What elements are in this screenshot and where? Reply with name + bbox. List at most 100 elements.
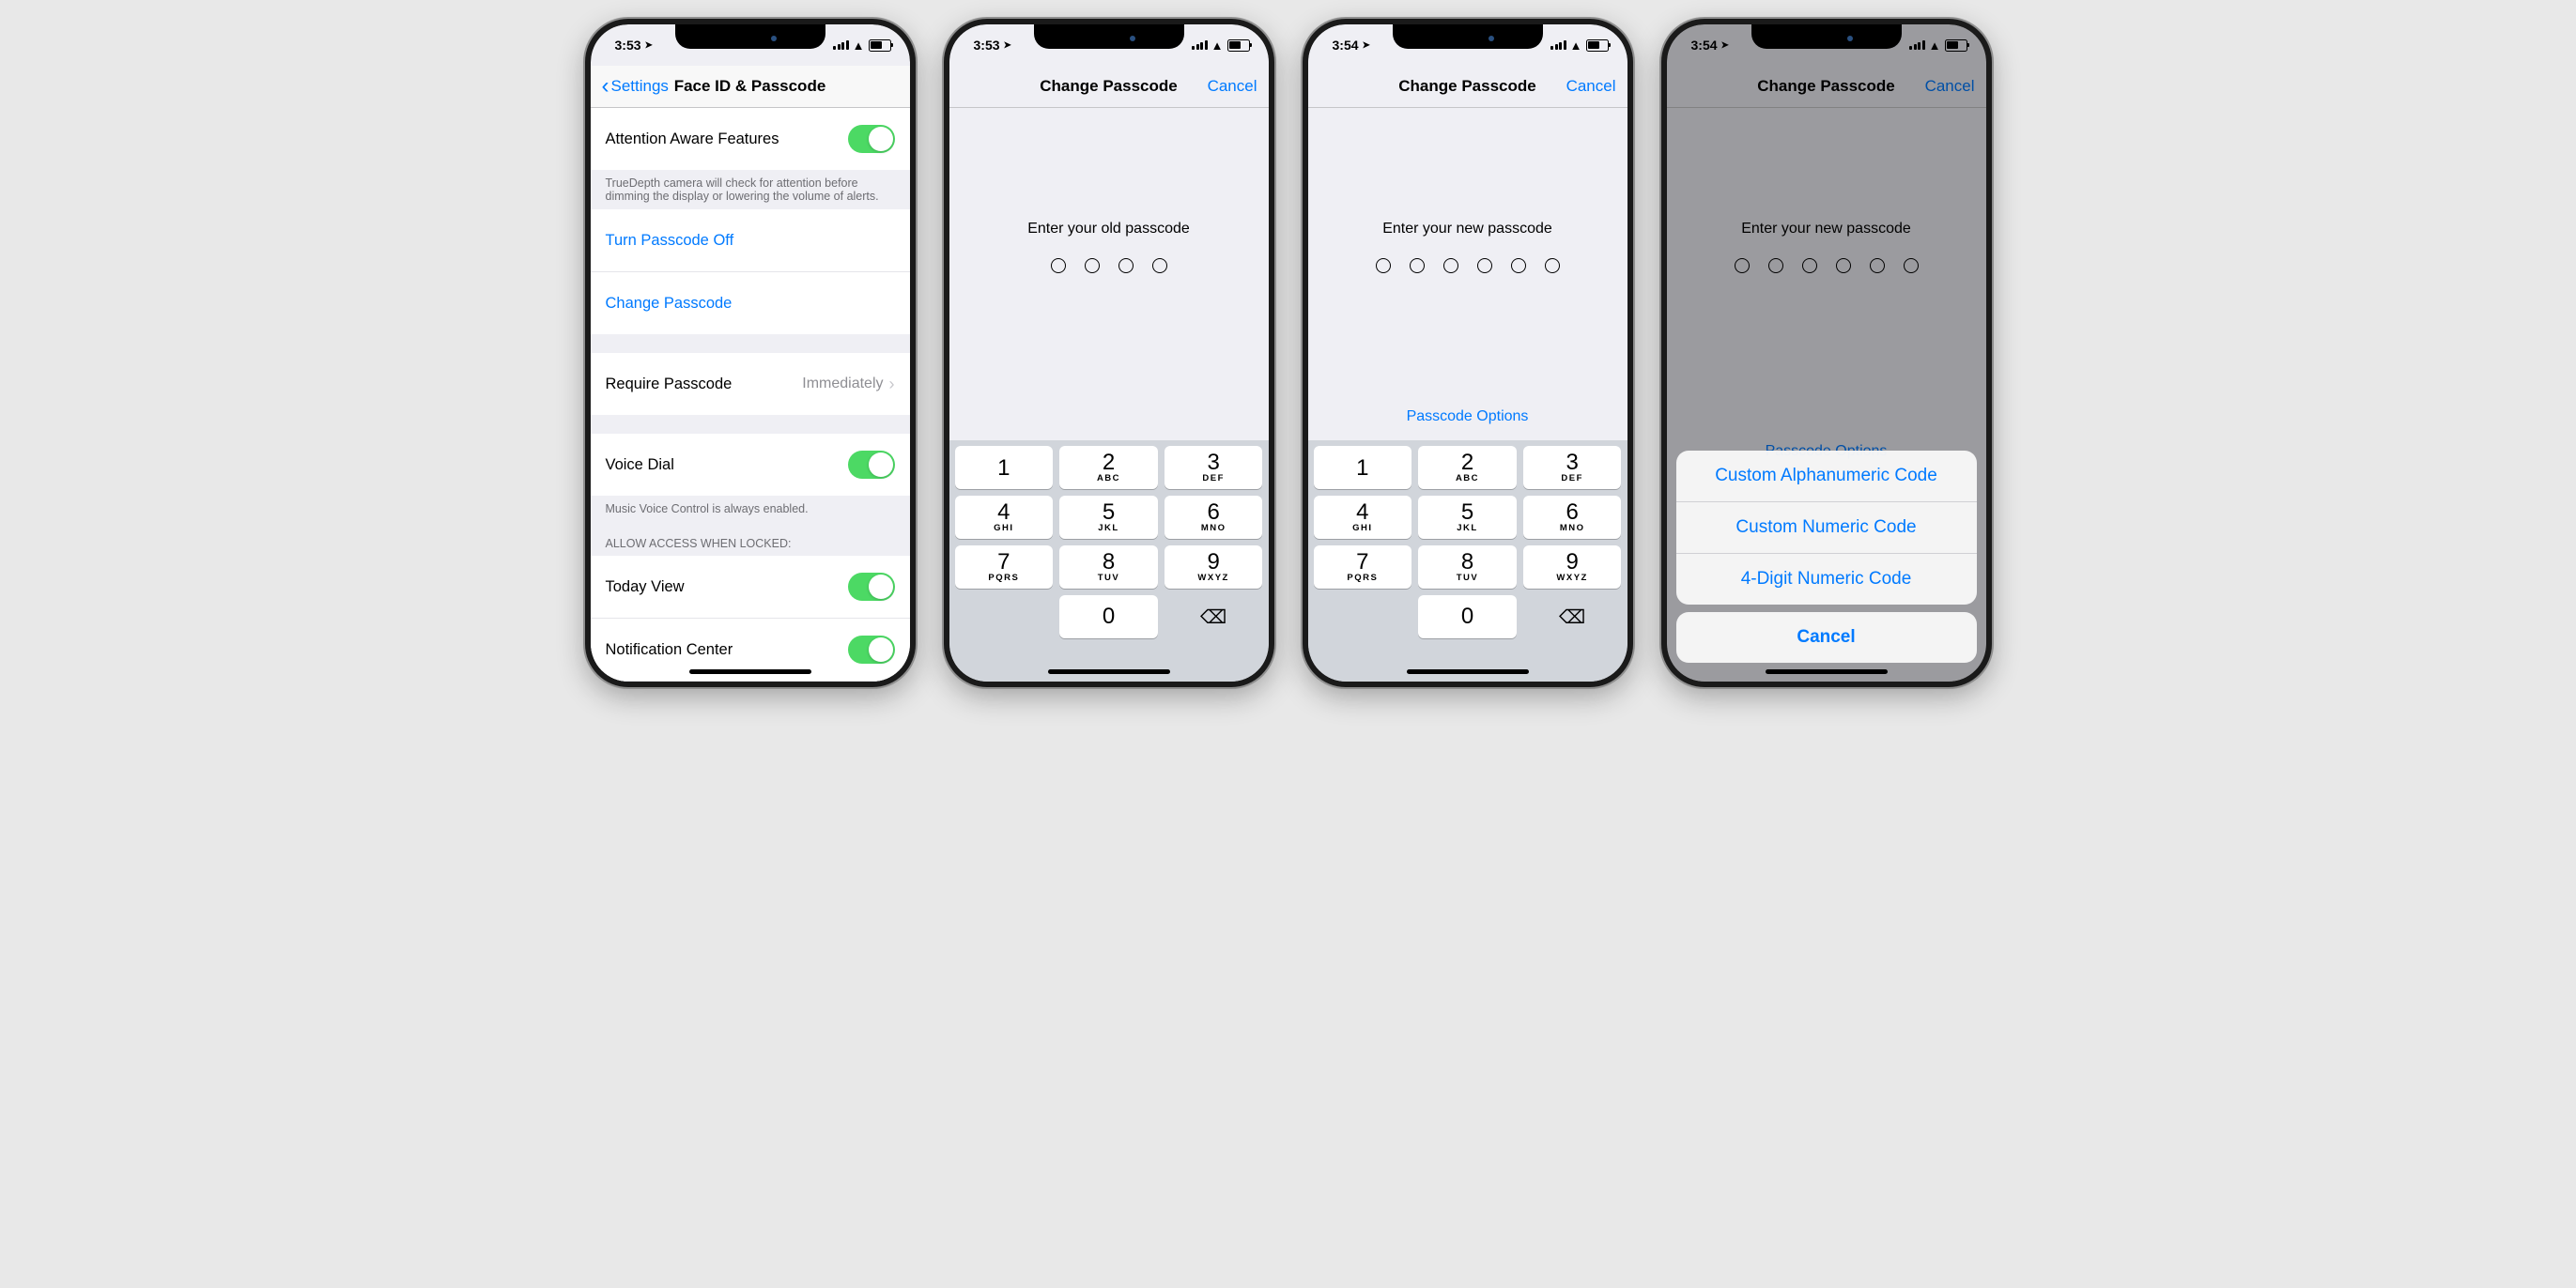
key-1[interactable]: 1 (1314, 446, 1412, 489)
status-time: 3:53 (974, 38, 1000, 53)
cellular-icon (1550, 40, 1566, 50)
backspace-icon: ⌫ (1200, 606, 1226, 629)
passcode-dot (1410, 258, 1425, 273)
location-icon: ➤ (1004, 40, 1011, 51)
numeric-keypad: 1 2ABC 3DEF 4GHI 5JKL 6MNO 7PQRS 8TUV 9W… (949, 440, 1269, 644)
notch (1393, 24, 1543, 49)
passcode-prompt: Enter your old passcode (1027, 221, 1190, 238)
key-1[interactable]: 1 (955, 446, 1054, 489)
passcode-dots (1376, 258, 1560, 273)
option-4digit[interactable]: 4-Digit Numeric Code (1676, 554, 1977, 605)
status-time: 3:54 (1333, 38, 1359, 53)
cell-label: Voice Dial (606, 456, 674, 474)
key-5[interactable]: 5JKL (1059, 496, 1158, 539)
location-icon: ➤ (1721, 40, 1729, 51)
key-8[interactable]: 8TUV (1418, 545, 1517, 589)
action-sheet: Custom Alphanumeric Code Custom Numeric … (1676, 451, 1977, 670)
cell-label: Attention Aware Features (606, 130, 779, 148)
passcode-options-button[interactable]: Passcode Options (1407, 408, 1529, 425)
turn-passcode-off-button[interactable]: Turn Passcode Off (591, 209, 910, 272)
today-view-cell[interactable]: Today View (591, 556, 910, 619)
toggle-switch[interactable] (848, 451, 895, 479)
passcode-dot (1443, 258, 1458, 273)
cancel-button[interactable]: Cancel (1560, 77, 1616, 96)
navigation-bar: Change Passcode Cancel (949, 66, 1269, 108)
chevron-left-icon: ‹ (602, 73, 609, 100)
passcode-dot (1511, 258, 1526, 273)
phone-frame-4: 3:54 ➤ ▲ Change Passcode Cancel Enter yo… (1661, 19, 1992, 687)
key-6[interactable]: 6MNO (1523, 496, 1622, 539)
voice-dial-cell[interactable]: Voice Dial (591, 434, 910, 496)
key-2[interactable]: 2ABC (1418, 446, 1517, 489)
back-button[interactable]: ‹ Settings (602, 73, 669, 100)
passcode-body: Enter your old passcode (949, 108, 1269, 440)
cell-value: Immediately (802, 376, 883, 392)
passcode-prompt: Enter your new passcode (1382, 221, 1552, 238)
change-passcode-button[interactable]: Change Passcode (591, 272, 910, 334)
battery-icon (1227, 39, 1250, 52)
passcode-dot (1085, 258, 1100, 273)
passcode-dot (1477, 258, 1492, 273)
toggle-switch[interactable] (848, 125, 895, 153)
option-alphanumeric[interactable]: Custom Alphanumeric Code (1676, 451, 1977, 502)
battery-icon (1586, 39, 1609, 52)
toggle-switch[interactable] (848, 636, 895, 664)
key-7[interactable]: 7PQRS (955, 545, 1054, 589)
phone-frame-2: 3:53 ➤ ▲ Change Passcode Cancel Enter yo… (944, 19, 1274, 687)
footer-text: TrueDepth camera will check for attentio… (591, 170, 910, 209)
cell-label: Notification Center (606, 641, 733, 659)
battery-icon (1945, 39, 1967, 52)
footer-text: Music Voice Control is always enabled. (591, 496, 910, 522)
key-blank (1314, 595, 1412, 638)
wifi-icon: ▲ (1211, 39, 1224, 52)
passcode-body: Enter your new passcode Passcode Options (1308, 108, 1627, 440)
cellular-icon (833, 40, 849, 50)
passcode-dot (1051, 258, 1066, 273)
key-backspace[interactable]: ⌫ (1523, 595, 1622, 638)
battery-icon (869, 39, 891, 52)
section-header: ALLOW ACCESS WHEN LOCKED: (591, 522, 910, 556)
navigation-bar: ‹ Settings Face ID & Passcode (591, 66, 910, 108)
wifi-icon: ▲ (1570, 39, 1582, 52)
passcode-dot (1376, 258, 1391, 273)
key-0[interactable]: 0 (1059, 595, 1158, 638)
backspace-icon: ⌫ (1559, 606, 1585, 629)
status-time: 3:53 (615, 38, 641, 53)
numeric-keypad: 1 2ABC 3DEF 4GHI 5JKL 6MNO 7PQRS 8TUV 9W… (1308, 440, 1627, 644)
phone-frame-1: 3:53 ➤ ▲ ‹ Settings Face ID & Passcode (585, 19, 916, 687)
home-indicator[interactable] (1407, 669, 1529, 674)
key-blank (955, 595, 1054, 638)
toggle-switch[interactable] (848, 573, 895, 601)
key-4[interactable]: 4GHI (1314, 496, 1412, 539)
key-3[interactable]: 3DEF (1523, 446, 1622, 489)
location-icon: ➤ (645, 40, 653, 51)
key-2[interactable]: 2ABC (1059, 446, 1158, 489)
wifi-icon: ▲ (853, 39, 865, 52)
key-3[interactable]: 3DEF (1165, 446, 1263, 489)
key-5[interactable]: 5JKL (1418, 496, 1517, 539)
option-numeric[interactable]: Custom Numeric Code (1676, 502, 1977, 554)
key-9[interactable]: 9WXYZ (1523, 545, 1622, 589)
passcode-dot (1545, 258, 1560, 273)
status-time: 3:54 (1691, 38, 1718, 53)
cellular-icon (1192, 40, 1208, 50)
key-0[interactable]: 0 (1418, 595, 1517, 638)
cancel-button[interactable]: Cancel (1201, 77, 1257, 96)
navigation-bar: Change Passcode Cancel (1308, 66, 1627, 108)
location-icon: ➤ (1363, 40, 1370, 51)
settings-list[interactable]: Attention Aware Features TrueDepth camer… (591, 108, 910, 682)
home-indicator[interactable] (1048, 669, 1170, 674)
key-4[interactable]: 4GHI (955, 496, 1054, 539)
key-7[interactable]: 7PQRS (1314, 545, 1412, 589)
home-indicator[interactable] (689, 669, 811, 674)
require-passcode-cell[interactable]: Require Passcode Immediately › (591, 353, 910, 415)
key-6[interactable]: 6MNO (1165, 496, 1263, 539)
passcode-dot (1152, 258, 1167, 273)
key-backspace[interactable]: ⌫ (1165, 595, 1263, 638)
key-9[interactable]: 9WXYZ (1165, 545, 1263, 589)
cell-label: Require Passcode (606, 376, 733, 393)
key-8[interactable]: 8TUV (1059, 545, 1158, 589)
attention-aware-cell[interactable]: Attention Aware Features (591, 108, 910, 170)
cell-label: Today View (606, 578, 685, 596)
sheet-cancel-button[interactable]: Cancel (1676, 612, 1977, 663)
